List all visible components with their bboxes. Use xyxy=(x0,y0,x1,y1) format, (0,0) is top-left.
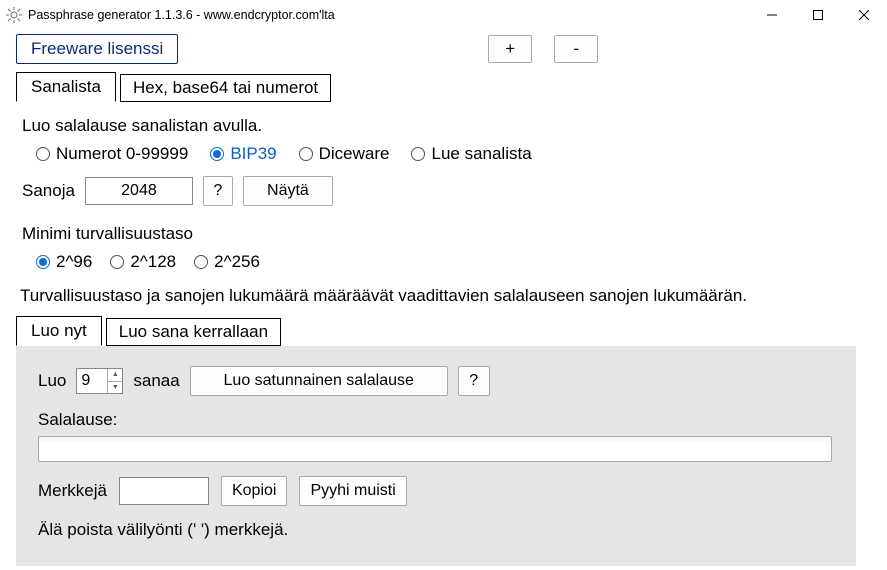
generate-tabs: Luo nyt Luo sana kerrallaan xyxy=(16,316,871,346)
passphrase-output[interactable] xyxy=(38,436,832,462)
radio-2-128[interactable]: 2^128 xyxy=(110,252,176,272)
radio-2-256[interactable]: 2^256 xyxy=(194,252,260,272)
radio-2-96[interactable]: 2^96 xyxy=(36,252,92,272)
chevron-up-icon[interactable]: ▲ xyxy=(108,369,122,382)
radio-icon xyxy=(210,147,224,161)
show-wordlist-button[interactable]: Näytä xyxy=(243,176,333,206)
wordlist-type-group: Numerot 0-99999 BIP39 Diceware Lue sanal… xyxy=(36,144,871,164)
radio-read-wordlist[interactable]: Lue sanalista xyxy=(411,144,531,164)
words-count-input[interactable] xyxy=(85,177,193,205)
window-title: Passphrase generator 1.1.3.6 - www.endcr… xyxy=(28,8,335,22)
space-note: Älä poista välilyönti (' ') merkkejä. xyxy=(38,520,834,540)
tab-generate-now[interactable]: Luo nyt xyxy=(16,316,102,346)
radio-numbers-0-99999[interactable]: Numerot 0-99999 xyxy=(36,144,188,164)
word-count-spinner[interactable]: ▲ ▼ xyxy=(76,368,123,394)
radio-icon xyxy=(194,255,208,269)
titlebar: Passphrase generator 1.1.3.6 - www.endcr… xyxy=(0,0,887,30)
radio-icon xyxy=(411,147,425,161)
make-label-suffix: sanaa xyxy=(133,371,179,391)
radio-icon xyxy=(36,147,50,161)
radio-icon xyxy=(299,147,313,161)
generate-passphrase-button[interactable]: Luo satunnainen salalause xyxy=(190,366,448,396)
security-description: Turvallisuustaso ja sanojen lukumäärä mä… xyxy=(20,286,871,306)
font-decrease-button[interactable]: - xyxy=(554,35,598,63)
radio-label: Numerot 0-99999 xyxy=(56,144,188,164)
maximize-button[interactable] xyxy=(795,0,841,30)
radio-label: 2^96 xyxy=(56,252,92,272)
copy-button[interactable]: Kopioi xyxy=(221,476,287,506)
wipe-memory-button[interactable]: Pyyhi muisti xyxy=(299,476,406,506)
minimize-button[interactable] xyxy=(749,0,795,30)
tab-generate-one-by-one[interactable]: Luo sana kerrallaan xyxy=(106,318,281,346)
radio-label: BIP39 xyxy=(230,144,276,164)
tab-wordlist[interactable]: Sanalista xyxy=(16,72,116,102)
radio-diceware[interactable]: Diceware xyxy=(299,144,390,164)
chars-label: Merkkejä xyxy=(38,481,107,501)
license-button[interactable]: Freeware lisenssi xyxy=(16,34,178,64)
words-count-label: Sanoja xyxy=(22,181,75,201)
chars-count-output xyxy=(119,477,209,505)
radio-icon xyxy=(110,255,124,269)
word-count-input[interactable] xyxy=(77,369,107,393)
security-level-label: Minimi turvallisuustaso xyxy=(22,224,871,244)
words-help-button[interactable]: ? xyxy=(203,176,233,206)
close-button[interactable] xyxy=(841,0,887,30)
tab-hex-base64-numbers[interactable]: Hex, base64 tai numerot xyxy=(120,74,331,102)
passphrase-label: Salalause: xyxy=(38,410,834,430)
chevron-down-icon[interactable]: ▼ xyxy=(108,382,122,394)
wordlist-intro: Luo salalause sanalistan avulla. xyxy=(22,116,871,136)
radio-label: Lue sanalista xyxy=(431,144,531,164)
app-icon xyxy=(6,7,22,23)
radio-icon xyxy=(36,255,50,269)
generate-help-button[interactable]: ? xyxy=(458,366,490,396)
main-tabs: Sanalista Hex, base64 tai numerot xyxy=(16,72,871,102)
radio-label: Diceware xyxy=(319,144,390,164)
radio-label: 2^128 xyxy=(130,252,176,272)
spinner-arrows[interactable]: ▲ ▼ xyxy=(107,369,122,393)
radio-label: 2^256 xyxy=(214,252,260,272)
make-label-prefix: Luo xyxy=(38,371,66,391)
font-increase-button[interactable]: + xyxy=(488,35,532,63)
generate-panel: Luo ▲ ▼ sanaa Luo satunnainen salalause … xyxy=(16,346,856,566)
radio-bip39[interactable]: BIP39 xyxy=(210,144,276,164)
security-level-group: 2^96 2^128 2^256 xyxy=(36,252,871,272)
